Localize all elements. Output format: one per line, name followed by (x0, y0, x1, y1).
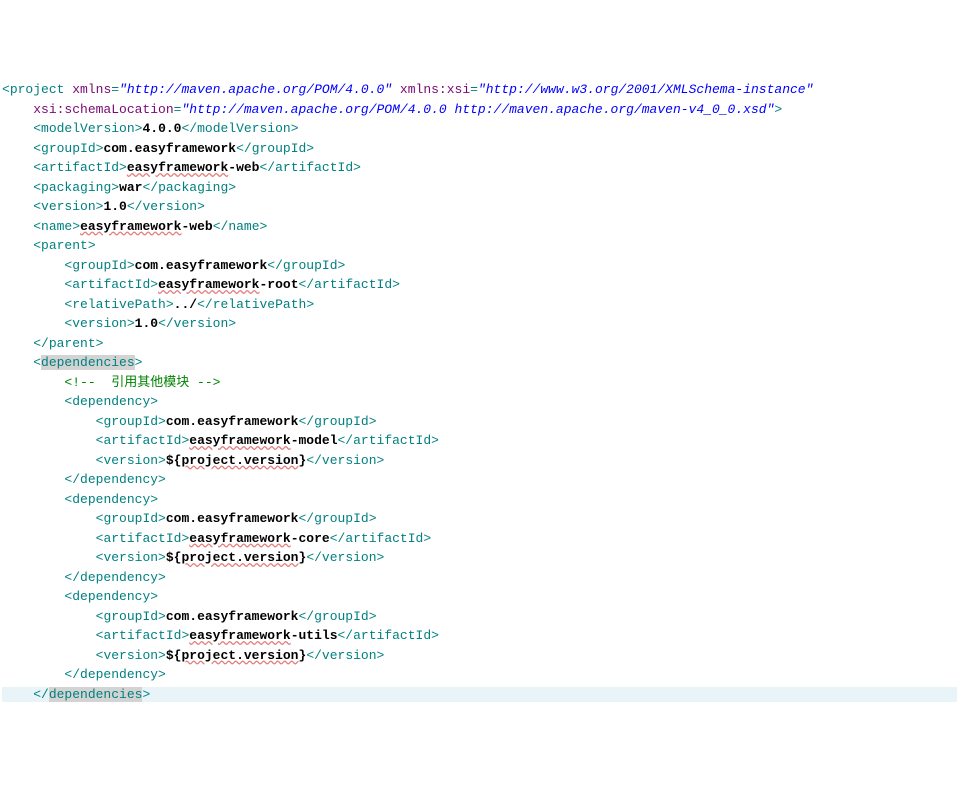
xsi-val: "http://www.w3.org/2001/XMLSchema-instan… (478, 82, 813, 97)
dep1-artifactid-close: </artifactId> (338, 433, 439, 448)
dep1-artifactid-open: <artifactId> (96, 433, 190, 448)
dep3-open: <dependency> (64, 589, 158, 604)
dep2-groupid-val: com.easyframework (166, 511, 299, 526)
parent-groupid-open: <groupId> (64, 258, 134, 273)
xmlns-val: "http://maven.apache.org/POM/4.0.0" (119, 82, 392, 97)
dep1-version-val: ${project.version} (166, 453, 306, 468)
dep3-artifactid-val: easyframework (189, 628, 290, 643)
parent-relpath-val: ../ (174, 297, 197, 312)
dep2-close: </dependency> (64, 570, 165, 585)
groupid-open: <groupId> (33, 141, 103, 156)
parent-groupid-close: </groupId> (267, 258, 345, 273)
version-close: </version> (127, 199, 205, 214)
dependencies-open: <dependencies> (33, 355, 142, 370)
artifactid-close: </artifactId> (260, 160, 361, 175)
version-val: 1.0 (103, 199, 126, 214)
dep3-groupid-val: com.easyframework (166, 609, 299, 624)
packaging-close: </packaging> (142, 180, 236, 195)
schemaloc-val: "http://maven.apache.org/POM/4.0.0 http:… (181, 102, 774, 117)
dep3-groupid-open: <groupId> (96, 609, 166, 624)
dep3-groupid-close: </groupId> (298, 609, 376, 624)
dep2-groupid-close: </groupId> (298, 511, 376, 526)
dep1-groupid-open: <groupId> (96, 414, 166, 429)
dependencies-close: </dependencies> (33, 687, 150, 702)
xml-code-block: <project xmlns="http://maven.apache.org/… (2, 80, 955, 704)
parent-artifactid-close: </artifactId> (299, 277, 400, 292)
dep3-version-val: ${project.version} (166, 648, 306, 663)
dep1-groupid-close: </groupId> (298, 414, 376, 429)
dep3-version-open: <version> (96, 648, 166, 663)
dep1-version-open: <version> (96, 453, 166, 468)
dep2-artifactid-open: <artifactId> (96, 531, 190, 546)
dep1-artifactid-val: easyframework (189, 433, 290, 448)
dep2-version-open: <version> (96, 550, 166, 565)
artifactid-val: easyframework (127, 160, 228, 175)
parent-groupid-val: com.easyframework (135, 258, 268, 273)
parent-close: </parent> (33, 336, 103, 351)
groupid-close: </groupId> (236, 141, 314, 156)
packaging-open: <packaging> (33, 180, 119, 195)
xmlns-attr: xmlns (72, 82, 111, 97)
dep3-close: </dependency> (64, 667, 165, 682)
parent-relpath-open: <relativePath> (64, 297, 173, 312)
parent-version-open: <version> (64, 316, 134, 331)
name-close: </name> (213, 219, 268, 234)
dep3-artifactid-close: </artifactId> (338, 628, 439, 643)
dep1-version-close: </version> (306, 453, 384, 468)
dep3-artifactid-open: <artifactId> (96, 628, 190, 643)
parent-version-val: 1.0 (135, 316, 158, 331)
parent-relpath-close: </relativePath> (197, 297, 314, 312)
parent-artifactid-val: easyframework (158, 277, 259, 292)
name-val: easyframework (80, 219, 181, 234)
packaging-val: war (119, 180, 142, 195)
dep2-open: <dependency> (64, 492, 158, 507)
dep2-artifactid-close: </artifactId> (330, 531, 431, 546)
parent-open: <parent> (33, 238, 95, 253)
dep2-version-close: </version> (306, 550, 384, 565)
project-open-tag: <project (2, 82, 64, 97)
modelversion-val: 4.0.0 (142, 121, 181, 136)
comment: <!-- 引用其他模块 --> (64, 375, 220, 390)
dep2-version-val: ${project.version} (166, 550, 306, 565)
name-open: <name> (33, 219, 80, 234)
dep1-open: <dependency> (64, 394, 158, 409)
groupid-val: com.easyframework (103, 141, 236, 156)
dep2-artifactid-val: easyframework (189, 531, 290, 546)
modelversion-open: <modelVersion> (33, 121, 142, 136)
dep2-groupid-open: <groupId> (96, 511, 166, 526)
dep1-close: </dependency> (64, 472, 165, 487)
parent-version-close: </version> (158, 316, 236, 331)
schemaloc-attr: xsi:schemaLocation (33, 102, 173, 117)
modelversion-close: </modelVersion> (181, 121, 298, 136)
dep3-version-close: </version> (306, 648, 384, 663)
xsi-attr: xmlns:xsi (400, 82, 470, 97)
parent-artifactid-open: <artifactId> (64, 277, 158, 292)
artifactid-open: <artifactId> (33, 160, 127, 175)
dep1-groupid-val: com.easyframework (166, 414, 299, 429)
version-open: <version> (33, 199, 103, 214)
